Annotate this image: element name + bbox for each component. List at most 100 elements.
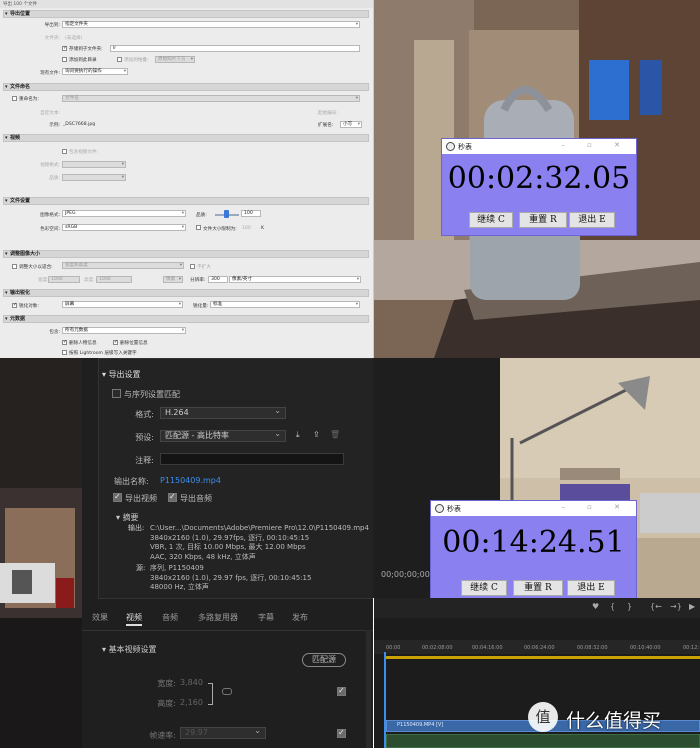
existing-files-select[interactable]: 询问要执行的操作 [62, 68, 128, 75]
format-dropdown[interactable]: H.264 [160, 406, 286, 419]
out-point-icon[interactable]: } [627, 602, 632, 611]
color-space-select[interactable]: sRGB [62, 224, 186, 231]
output-name-link[interactable]: P1150409.mp4 [160, 476, 221, 485]
width-input[interactable]: 1000 [48, 276, 80, 283]
import-preset-icon[interactable]: ⇪ [313, 430, 320, 439]
section-video[interactable]: 视频 [3, 134, 369, 142]
section-export-location[interactable]: 导出位置 [3, 10, 369, 18]
go-to-out-icon[interactable]: →} [670, 602, 682, 611]
tab-multiplexer[interactable]: 多路复用器 [198, 612, 238, 623]
dont-enlarge-checkbox[interactable] [190, 264, 195, 269]
section-output-sharpening[interactable]: 输出锐化 [3, 289, 369, 297]
section-image-sizing[interactable]: 调整图像大小 [3, 250, 369, 258]
sharpen-amount-select[interactable]: 标准 [210, 301, 360, 308]
export-settings-header[interactable]: ▾ 导出设置 [102, 369, 141, 380]
frame-rate-match-checkbox[interactable] [337, 728, 346, 738]
stopwatch-title: 秒表 [458, 143, 472, 151]
tab-video[interactable]: 视频 [126, 612, 142, 626]
height-input[interactable]: 1000 [96, 276, 132, 283]
video-format-select[interactable] [62, 161, 126, 168]
save-preset-icon[interactable]: ⤓ [296, 430, 300, 440]
clock-icon [446, 142, 455, 151]
extensions-select[interactable]: 小写 [340, 121, 362, 128]
tab-effects[interactable]: 效果 [92, 612, 108, 623]
reset-button[interactable]: 重置 R [519, 212, 567, 228]
match-sequence-checkbox[interactable] [112, 389, 121, 398]
export-audio-checkbox[interactable] [168, 492, 177, 502]
window-controls[interactable]: – ▫ ✕ [561, 503, 630, 511]
add-to-catalog-checkbox[interactable] [62, 57, 67, 62]
go-to-in-icon[interactable]: {← [650, 602, 662, 611]
sharpen-checkbox[interactable] [12, 302, 17, 308]
resize-checkbox[interactable] [12, 264, 17, 269]
folder-label: 文件夹: [44, 36, 60, 41]
size-unit-select[interactable]: 像素 [163, 276, 183, 283]
continue-button[interactable]: 继续 C [461, 580, 507, 596]
ruler-tick: 00:06:24:00 [524, 645, 555, 651]
section-metadata[interactable]: 元数据 [3, 315, 369, 323]
link-icon[interactable] [222, 688, 232, 695]
height-value[interactable]: 2,160 [180, 698, 203, 707]
section-file-settings[interactable]: 文件设置 [3, 197, 369, 205]
height-label: 高度: [84, 278, 95, 283]
marker-icon[interactable]: ♥ [592, 602, 599, 611]
reset-button[interactable]: 重置 R [513, 580, 563, 596]
exit-button[interactable]: 退出 E [569, 212, 615, 228]
add-to-catalog-label: 添加到此目录 [69, 58, 97, 63]
remove-location-checkbox[interactable] [113, 339, 118, 345]
video-quality-select[interactable] [62, 174, 126, 181]
basic-video-header[interactable]: ▾ 基本视频设置 [102, 644, 157, 655]
dark-room-photo [0, 358, 82, 748]
scrollbar[interactable] [366, 630, 371, 748]
export-to-select[interactable]: 指定文件夹 [62, 21, 360, 28]
export-audio-label: 导出音频 [180, 494, 212, 503]
exit-button[interactable]: 退出 E [567, 580, 615, 596]
remove-person-checkbox[interactable] [62, 339, 67, 345]
export-video-label: 导出视频 [125, 494, 157, 503]
ruler-tick: 00:00 [386, 645, 401, 651]
image-format-select[interactable]: JPEG [62, 210, 186, 217]
delete-preset-icon[interactable]: 🗑 [330, 430, 340, 439]
resize-mode-select[interactable]: 宽度和高度 [62, 262, 184, 269]
limit-size-checkbox[interactable] [196, 225, 201, 230]
width-value[interactable]: 3,840 [180, 678, 203, 687]
sharpen-target-select[interactable]: 屏幕 [62, 301, 183, 308]
add-to-stack-checkbox[interactable] [117, 57, 122, 62]
in-point-icon[interactable]: { [610, 602, 615, 611]
resolution-unit-select[interactable]: 像素/英寸 [229, 276, 361, 283]
section-file-naming[interactable]: 文件命名 [3, 83, 369, 91]
match-source-button[interactable]: 匹配源 [302, 653, 346, 667]
limit-size-value[interactable]: 100 [242, 226, 251, 231]
folder-value: (未选择) [65, 36, 83, 41]
stopwatch-title: 秒表 [447, 505, 461, 513]
quality-input[interactable]: 100 [241, 210, 261, 217]
tab-publish[interactable]: 发布 [292, 612, 308, 623]
quality-slider-thumb[interactable] [224, 210, 229, 218]
tab-audio[interactable]: 音频 [162, 612, 178, 623]
subfolder-input[interactable]: lr [110, 45, 360, 52]
watermark-text: 什么值得买 [566, 710, 662, 732]
audio-clip[interactable] [386, 734, 700, 748]
work-area-bar[interactable] [384, 656, 700, 659]
subfolder-checkbox[interactable] [62, 45, 67, 51]
width-match-checkbox[interactable] [337, 686, 346, 696]
include-video-checkbox[interactable] [62, 149, 67, 154]
time-ruler[interactable]: 00:00 00:02:08:00 00:04:16:00 00:06:24:0… [374, 640, 700, 654]
preset-dropdown[interactable]: 匹配源 - 高比特率 [160, 429, 286, 442]
tab-captions[interactable]: 字幕 [258, 612, 274, 623]
rename-checkbox[interactable] [12, 96, 17, 101]
resolution-input[interactable]: 300 [208, 276, 228, 283]
export-video-checkbox[interactable] [113, 492, 122, 502]
rename-template-select[interactable]: 文件名 [62, 95, 360, 102]
continue-button[interactable]: 继续 C [469, 212, 513, 228]
window-controls[interactable]: – ▫ ✕ [561, 141, 630, 149]
write-keywords-checkbox[interactable] [62, 350, 67, 355]
existing-files-label: 现有文件: [40, 71, 60, 76]
metadata-include-select[interactable]: 所有元数据 [62, 327, 186, 334]
frame-rate-dropdown[interactable]: 29.97 [180, 726, 266, 739]
summary-header[interactable]: ▾ 摘要 [116, 512, 139, 523]
stack-position-select[interactable]: 原始照片下方 [155, 56, 195, 63]
play-icon[interactable]: ▶ [689, 602, 695, 611]
resolution-label: 分辨率: [190, 278, 206, 283]
comment-input[interactable] [160, 453, 344, 465]
